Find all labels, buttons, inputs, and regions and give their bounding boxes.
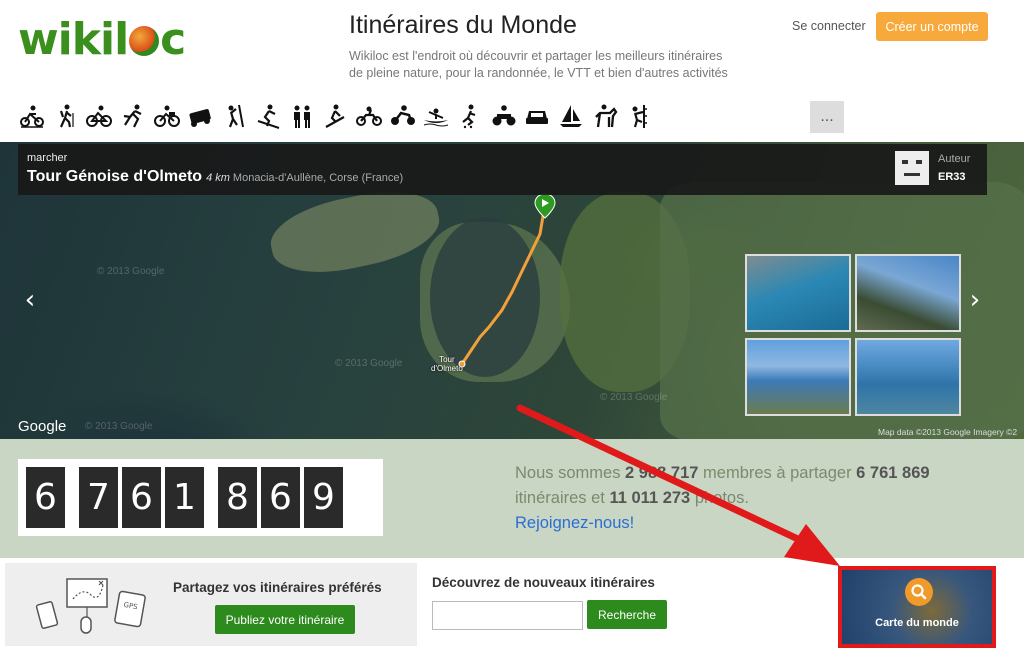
counter-digit: 7 — [79, 467, 118, 528]
kayak-icon[interactable] — [422, 99, 450, 133]
next-arrow-icon[interactable]: › — [965, 285, 985, 315]
enduro-icon[interactable] — [389, 99, 417, 133]
route-photos — [745, 254, 961, 420]
search-input[interactable] — [432, 601, 583, 630]
world-map-label: Carte du monde — [875, 617, 959, 629]
skating-icon[interactable] — [456, 99, 484, 133]
hiking-icon[interactable] — [52, 99, 80, 133]
stats-text: Nous sommes 2 988 717 membres à partager… — [515, 464, 930, 532]
cycling-icon[interactable] — [85, 99, 113, 133]
counter-digit: 6 — [26, 467, 65, 528]
route-path — [460, 203, 547, 365]
counter-digit: 1 — [165, 467, 204, 528]
site-description: Wikiloc est l'endroit où découvrir et pa… — [349, 49, 728, 80]
quad-icon[interactable] — [490, 99, 518, 133]
share-title: Partagez vos itinéraires préférés — [173, 580, 382, 595]
photo-count: 11 011 273 — [609, 489, 691, 507]
map-attribution[interactable]: Map data ©2013 Google Imagery ©2 — [878, 427, 1017, 437]
devices-icon: GPS — [35, 578, 146, 634]
prev-arrow-icon[interactable]: ‹ — [20, 285, 40, 315]
route-photo[interactable] — [855, 254, 961, 332]
robot-avatar-icon — [902, 160, 922, 176]
route-name[interactable]: Tour Génoise d'Olmeto — [27, 168, 202, 185]
horse-riding-icon[interactable] — [591, 99, 619, 133]
wikiloc-logo[interactable]: wikil c — [18, 14, 186, 65]
activity-bar — [18, 99, 652, 133]
sailing-icon[interactable] — [557, 99, 585, 133]
climbing-icon[interactable] — [220, 99, 248, 133]
bottom-bar: GPS Partagez vos itinéraires préférés Pu… — [0, 558, 1024, 663]
world-map-link[interactable]: Carte du monde — [838, 566, 996, 648]
route-location: Monacia-d'Aullène, Corse (France) — [232, 172, 404, 184]
counter-digit: 8 — [218, 467, 257, 528]
login-link[interactable]: Se connecter — [792, 19, 866, 33]
walking-icon[interactable] — [288, 99, 316, 133]
off-road-icon[interactable] — [186, 99, 214, 133]
google-logo: Google — [18, 418, 67, 435]
share-box: GPS Partagez vos itinéraires préférés Pu… — [5, 563, 417, 646]
discover-title: Découvrez de nouveaux itinéraires — [432, 575, 655, 590]
counter-digit: 9 — [304, 467, 343, 528]
route-photo[interactable] — [855, 338, 961, 416]
member-count: 2 988 717 — [625, 464, 699, 482]
mountain-bike-icon[interactable] — [18, 99, 46, 133]
join-link[interactable]: Rejoignez-nous! — [515, 514, 634, 532]
route-photo[interactable] — [745, 254, 851, 332]
running-icon[interactable] — [119, 99, 147, 133]
counter-digit: 6 — [122, 467, 161, 528]
search-icon — [905, 578, 933, 606]
route-distance: 4 km — [206, 172, 230, 184]
counter-digit: 6 — [261, 467, 300, 528]
motorcycle-icon[interactable] — [355, 99, 383, 133]
author-avatar[interactable] — [895, 151, 929, 185]
author-name[interactable]: ER33 — [938, 171, 966, 183]
more-activities-button[interactable]: ... — [810, 101, 844, 133]
route-count: 6 761 869 — [856, 464, 930, 482]
logo-globe-icon — [129, 26, 160, 56]
car-icon[interactable] — [523, 99, 551, 133]
author-label: Auteur — [938, 153, 971, 165]
route-counter: 6 7 6 1 8 6 9 — [18, 459, 383, 536]
bicycle-touring-icon[interactable] — [153, 99, 181, 133]
signup-button[interactable]: Créer un compte — [876, 12, 988, 41]
publish-route-button[interactable]: Publiez votre itinéraire — [215, 605, 355, 634]
ski-touring-icon[interactable] — [321, 99, 349, 133]
via-ferrata-icon[interactable] — [624, 99, 652, 133]
route-photo[interactable] — [745, 338, 851, 416]
route-map[interactable]: © 2013 Google © 2013 Google © 2013 Googl… — [0, 142, 1024, 439]
route-title[interactable]: Tour Génoise d'Olmeto 4 km Monacia-d'Aullè… — [27, 168, 403, 186]
stats-band: 6 7 6 1 8 6 9 Nous sommes 2 988 717 memb… — [0, 439, 1024, 558]
route-category: marcher — [27, 152, 68, 164]
route-header[interactable]: marcher Tour Génoise d'Olmeto 4 km Monacia… — [18, 144, 987, 195]
search-button[interactable]: Recherche — [587, 600, 667, 629]
place-label: Tour d'Olmeto — [431, 355, 463, 373]
skiing-icon[interactable] — [254, 99, 282, 133]
site-title: Itinéraires du Monde — [349, 11, 577, 39]
start-marker-icon — [534, 193, 556, 219]
